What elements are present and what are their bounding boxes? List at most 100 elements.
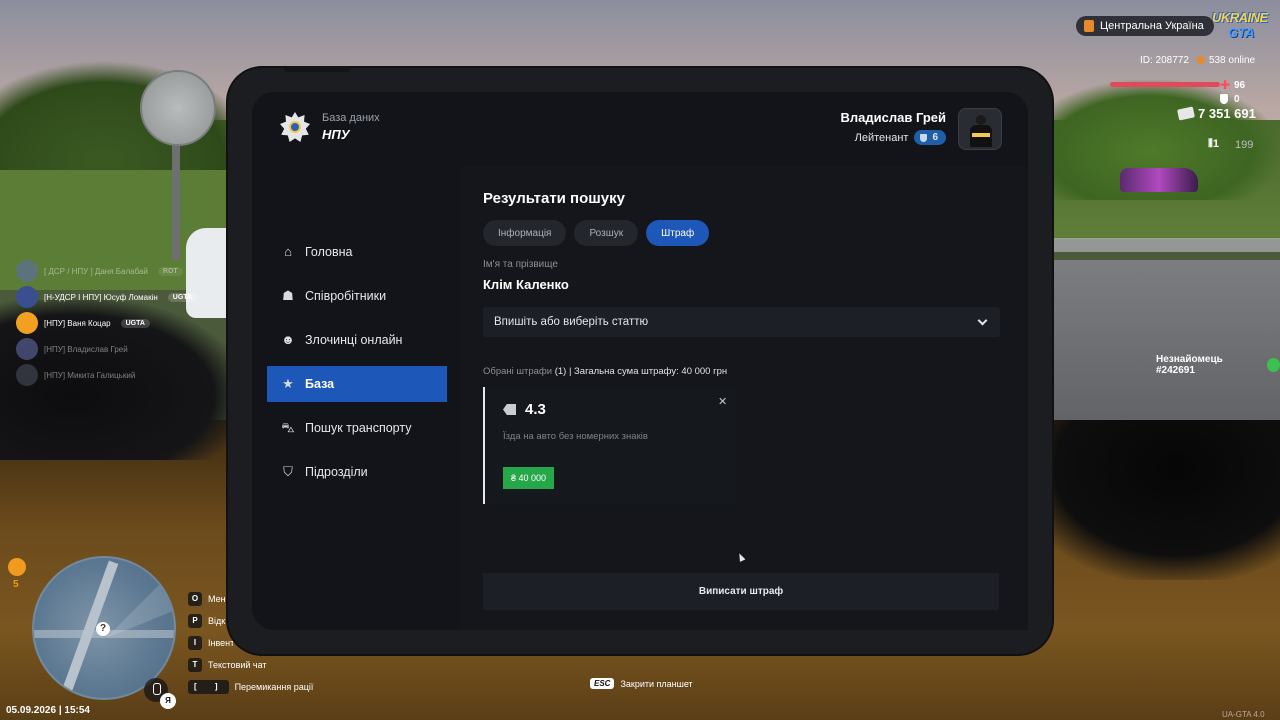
chat-member-name: [ ДСР / НПУ ] Даня Балабай [44, 266, 148, 276]
brand-text: База даних НПУ [322, 112, 380, 142]
voice-chat-list: [ ДСР / НПУ ] Даня Балабай ROT [Н-УДСР І Н… [16, 258, 236, 388]
sign-pole [172, 140, 180, 260]
fines-summary-total: (1) | Загальна сума штрафу: 40 000 грн [552, 366, 728, 377]
chat-member-name: [НПУ] Микита Галицький [44, 370, 136, 380]
hunger-value: 5 [13, 579, 19, 590]
chat-member-name: [Н-УДСР І НПУ] Юсуф Ломакін [44, 292, 158, 302]
fine-description: Їзда на авто без номерних знаків [503, 431, 648, 442]
list-item: [НПУ] Владислав Грей [16, 336, 236, 362]
chat-member-name: [НПУ] Владислав Грей [44, 344, 128, 354]
road-sign [140, 70, 216, 146]
game-version: UA-GTA 4.0 [1222, 710, 1265, 719]
voice-mic-icon [1266, 358, 1280, 372]
fine-amount-badge: ₴ 40 000 [503, 467, 555, 489]
user-profile: Владислав Грей Лейтенант 6 [830, 108, 1002, 150]
sidebar-item-label: Пошук транспорту [305, 421, 412, 435]
page-title: Результати пошуку [483, 190, 625, 207]
user-rank: Лейтенант [854, 131, 909, 144]
car-icon: ⛍ [281, 420, 295, 435]
sidebar-item-label: Головна [305, 245, 353, 259]
player-id-row: ID: 208772 538 online [1140, 55, 1255, 66]
nearby-player-name: Незнайомець #242691 [1156, 354, 1223, 376]
ammo-mag: ⦀1 [1208, 138, 1219, 151]
health-cross-icon: ✚ [1220, 78, 1231, 92]
player-id: ID: 208772 [1140, 55, 1189, 66]
ammo-mag-value: 1 [1212, 138, 1219, 150]
minimap-player-marker-icon: ? [96, 622, 110, 636]
sidebar-item-label: Підрозділи [305, 465, 368, 479]
article-select[interactable]: Впишіть або виберіть статтю [483, 307, 1000, 337]
sidebar-item-1[interactable]: ☗ Співробітники [267, 278, 447, 314]
health-bar [1110, 82, 1220, 87]
ammo-total: 199 [1234, 138, 1254, 151]
hotkey-key: P [188, 614, 202, 628]
online-text: 538 online [1208, 55, 1256, 66]
star-icon: ★ [282, 376, 294, 391]
online-icon [1196, 56, 1205, 64]
avatar [16, 286, 38, 308]
avatar [958, 108, 1002, 150]
hotkey-label: Перемикання рації [234, 682, 314, 692]
tab-2[interactable]: Штраф [646, 220, 710, 246]
chat-member-name: [НПУ] Ваня Коцар [44, 318, 111, 328]
ammo-display: ⦀1 199 [1208, 138, 1253, 151]
logo-line-2: GTA [1228, 25, 1255, 40]
user-name: Владислав Грей [840, 110, 946, 125]
avatar [16, 312, 38, 334]
tab-1[interactable]: Розшук [574, 220, 639, 246]
sidebar-item-2[interactable]: ☻ Злочинці онлайн [267, 322, 447, 358]
armor-value: 0 [1234, 94, 1240, 105]
issue-fine-button[interactable]: Виписати штраф [483, 573, 999, 610]
avatar-head [976, 115, 986, 125]
avatar [16, 364, 38, 386]
nearby-player: Незнайомець #242691 [1156, 354, 1280, 376]
tablet-notch [284, 66, 350, 72]
tab-0[interactable]: Інформація [483, 220, 567, 246]
home-icon: ⌂ [284, 244, 292, 259]
fines-summary: Обрані штрафи (1) | Загальна сума штрафу… [483, 366, 727, 377]
hotkey-label: Мен [208, 594, 226, 604]
users-icon: ☗ [282, 288, 294, 303]
sidebar-item-4[interactable]: ⛍ Пошук транспорту [267, 410, 447, 446]
shield-icon: ⛉ [283, 464, 293, 479]
sidebar-item-5[interactable]: ⛉ Підрозділи [267, 454, 447, 490]
close-tablet-hint: ESC Закрити планшет [590, 678, 693, 689]
avatar [16, 260, 38, 282]
close-icon[interactable]: ✕ [718, 395, 727, 408]
close-tablet-label: Закрити планшет [620, 678, 693, 689]
rank-level: 6 [932, 132, 938, 143]
sidebar-item-0[interactable]: ⌂ Головна [267, 234, 447, 270]
criminal-icon: ☻ [281, 332, 295, 347]
minimap-view-cone [106, 568, 174, 638]
article-select-placeholder: Впишіть або виберіть статтю [494, 316, 649, 328]
sports-car [1120, 168, 1198, 192]
fine-card: 4.3 ✕ Їзда на авто без номерних знаків ₴… [483, 387, 736, 504]
tag-icon [503, 404, 516, 415]
hotkey-key: I [188, 636, 202, 650]
shadow-right [1020, 420, 1280, 580]
armor-shield-icon [1220, 94, 1228, 104]
police-badge-icon [280, 112, 310, 142]
sidebar-item-label: Злочинці онлайн [305, 333, 403, 347]
sidebar-item-label: Співробітники [305, 289, 387, 303]
status-badge: UGTA [167, 292, 198, 302]
rank-shield-icon [920, 133, 928, 142]
list-item: [НПУ] Ваня Коцар UGTA [16, 310, 236, 336]
badge-core [289, 121, 301, 133]
hotkey-key: [ ] [188, 680, 229, 694]
list-item: [Н-УДСР І НПУ] Юсуф Ломакін UGTA [16, 284, 236, 310]
date-time: 05.09.2026 | 15:54 [6, 705, 90, 716]
status-badge: UGTA [120, 318, 150, 328]
chevron-down-icon [977, 315, 988, 326]
fine-article-code: 4.3 [525, 401, 546, 418]
hotkey-hint: [ ] Перемикання рації [188, 676, 328, 698]
hotkey-key: O [188, 592, 202, 606]
sidebar-nav: ⌂ Головна ☗ Співробітники ☻ Злочинці онлайн ★ Б… [267, 234, 447, 498]
health-value: 96 [1234, 80, 1246, 91]
database-brand: База даних НПУ [280, 112, 380, 142]
avatar [16, 338, 38, 360]
avatar-stripe [972, 133, 990, 137]
guard-rail [1040, 238, 1280, 252]
sidebar-item-3[interactable]: ★ База [267, 366, 447, 402]
name-field-label: Ім'я та прізвище [483, 259, 558, 270]
